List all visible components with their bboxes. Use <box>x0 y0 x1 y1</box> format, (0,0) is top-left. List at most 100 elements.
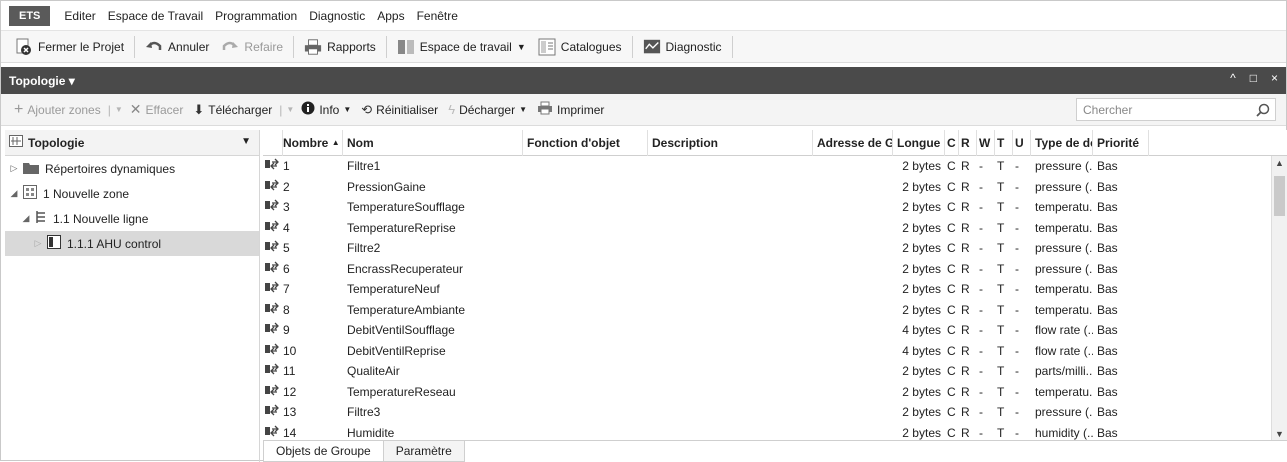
table-row[interactable]: 2 PressionGaine 2 bytes C R - T - pressu… <box>263 177 1287 198</box>
add-zones-button[interactable]: + Ajouter zones <box>9 101 106 119</box>
table-row[interactable]: 14 Humidite 2 bytes C R - T - humidity (… <box>263 423 1287 442</box>
cell-length: 2 bytes <box>902 282 941 297</box>
search-input[interactable]: Chercher <box>1076 98 1276 121</box>
collapse-icon[interactable]: ^ <box>1230 71 1236 85</box>
catalogs-button[interactable]: Catalogues <box>532 34 628 60</box>
table-row[interactable]: 1 Filtre1 2 bytes C R - T - pressure (..… <box>263 156 1287 177</box>
redo-button[interactable]: Refaire <box>215 34 289 60</box>
cell-t-flag: T <box>997 241 1005 256</box>
table-row[interactable]: 9 DebitVentilSoufflage 4 bytes C R - T -… <box>263 320 1287 341</box>
table-row[interactable]: 13 Filtre3 2 bytes C R - T - pressure (.… <box>263 402 1287 423</box>
table-row[interactable]: 6 EncrassRecuperateur 2 bytes C R - T - … <box>263 259 1287 280</box>
collapse-arrow-icon[interactable]: ◢ <box>7 188 21 199</box>
header-t[interactable]: T <box>995 130 1013 156</box>
header-u[interactable]: U <box>1013 130 1031 156</box>
table-row[interactable]: 11 QualiteAir 2 bytes C R - T - parts/mi… <box>263 361 1287 382</box>
scroll-down-icon[interactable]: ▼ <box>1275 429 1284 439</box>
cell-name: TemperatureSoufflage <box>347 200 465 215</box>
info-button[interactable]: Info ▼ <box>296 101 356 118</box>
search-icon[interactable] <box>1254 101 1272 119</box>
cell-number: 1 <box>283 159 290 174</box>
menu-apps[interactable]: Apps <box>371 9 410 23</box>
header-c[interactable]: C <box>945 130 959 156</box>
cell-description <box>648 300 813 320</box>
chevron-down-icon[interactable]: ▼ <box>113 105 125 114</box>
header-r[interactable]: R <box>959 130 977 156</box>
header-priority[interactable]: Priorité <box>1093 130 1149 156</box>
cell-w-flag: - <box>979 261 983 276</box>
tree-header[interactable]: Topologie ▼ <box>5 130 259 156</box>
vertical-scrollbar[interactable]: ▲ ▼ <box>1271 156 1287 441</box>
table-row[interactable]: 8 TemperatureAmbiante 2 bytes C R - T - … <box>263 300 1287 321</box>
menu-fenetre[interactable]: Fenêtre <box>411 9 464 23</box>
cell-priority: Bas <box>1097 159 1118 174</box>
header-number[interactable]: Nombre ▲ <box>283 130 343 156</box>
tree-item-zone[interactable]: ◢ 1 Nouvelle zone <box>5 181 259 206</box>
printer-icon <box>537 101 553 118</box>
workspace-button[interactable]: Espace de travail ▼ <box>391 34 532 60</box>
undo-icon <box>145 38 163 56</box>
header-description[interactable]: Description <box>648 130 813 156</box>
close-project-button[interactable]: Fermer le Projet <box>9 34 130 60</box>
tab-parameters[interactable]: Paramètre <box>383 441 465 462</box>
cell-group-address <box>813 279 893 299</box>
reset-button[interactable]: ⟲ Réinitialiser <box>356 102 443 118</box>
print-button[interactable]: Imprimer <box>532 101 609 118</box>
tree-item-label: 1.1 Nouvelle ligne <box>53 211 149 226</box>
header-length[interactable]: Longue <box>893 130 945 156</box>
undo-button[interactable]: Annuler <box>139 34 215 60</box>
tab-group-objects[interactable]: Objets de Groupe <box>263 441 384 462</box>
cell-priority: Bas <box>1097 282 1118 297</box>
header-datapoint-type[interactable]: Type de dc <box>1031 130 1093 156</box>
unload-button[interactable]: ϟ Décharger ▼ <box>443 102 532 117</box>
cell-c-flag: C <box>947 159 956 174</box>
cell-function <box>523 300 648 320</box>
reports-button[interactable]: Rapports <box>298 34 382 60</box>
table-row[interactable]: 5 Filtre2 2 bytes C R - T - pressure (..… <box>263 238 1287 259</box>
collapse-arrow-icon[interactable]: ◢ <box>19 213 33 224</box>
header-function[interactable]: Fonction d'objet <box>523 130 648 156</box>
toolbar-divider <box>631 35 633 58</box>
delete-button[interactable]: ✕ Effacer <box>125 101 189 118</box>
cell-c-flag: C <box>947 425 956 440</box>
menu-espace-de-travail[interactable]: Espace de Travail <box>102 9 209 23</box>
table-row[interactable]: 12 TemperatureReseau 2 bytes C R - T - t… <box>263 382 1287 403</box>
cell-datapoint-type: humidity (... <box>1035 425 1093 440</box>
cell-group-address <box>813 402 893 422</box>
menu-programmation[interactable]: Programmation <box>209 9 303 23</box>
menu-editer[interactable]: Editer <box>58 9 101 23</box>
tree-item-device[interactable]: ▷ 1.1.1 AHU control <box>5 231 259 256</box>
table-row[interactable]: 4 TemperatureReprise 2 bytes C R - T - t… <box>263 218 1287 239</box>
header-group-address[interactable]: Adresse de Gr <box>813 130 893 156</box>
header-w[interactable]: W <box>977 130 995 156</box>
tree-item-dynamic-folders[interactable]: ▷ Répertoires dynamiques <box>5 156 259 181</box>
tree-item-label: 1 Nouvelle zone <box>43 186 130 201</box>
scroll-thumb[interactable] <box>1274 176 1285 216</box>
panel-title[interactable]: Topologie ▾ <box>9 74 75 88</box>
group-object-icon <box>263 361 283 381</box>
sort-asc-icon: ▲ <box>331 137 340 147</box>
table-row[interactable]: 7 TemperatureNeuf 2 bytes C R - T - temp… <box>263 279 1287 300</box>
table-row[interactable]: 10 DebitVentilReprise 4 bytes C R - T - … <box>263 341 1287 362</box>
diagnostic-button[interactable]: Diagnostic <box>637 34 728 60</box>
header-name[interactable]: Nom <box>343 130 523 156</box>
cell-datapoint-type: pressure (... <box>1035 405 1093 420</box>
cell-number: 4 <box>283 220 290 235</box>
expand-arrow-icon[interactable]: ▷ <box>31 238 45 249</box>
menu-diagnostic[interactable]: Diagnostic <box>303 9 371 23</box>
chevron-down-icon[interactable]: ▼ <box>284 105 296 114</box>
group-object-icon <box>263 382 283 402</box>
table-row[interactable]: 3 TemperatureSoufflage 2 bytes C R - T -… <box>263 197 1287 218</box>
search-placeholder: Chercher <box>1083 102 1133 117</box>
close-icon[interactable]: × <box>1271 71 1278 85</box>
scroll-up-icon[interactable]: ▲ <box>1275 158 1284 168</box>
chevron-down-icon[interactable]: ▼ <box>241 136 251 147</box>
ets-app-tab[interactable]: ETS <box>9 5 51 26</box>
cell-group-address <box>813 382 893 402</box>
expand-arrow-icon[interactable]: ▷ <box>7 163 21 174</box>
cell-priority: Bas <box>1097 384 1118 399</box>
maximize-icon[interactable]: □ <box>1250 71 1257 85</box>
header-number-label: Nombre <box>283 135 329 150</box>
tree-item-line[interactable]: ◢ 1.1 Nouvelle ligne <box>5 206 259 231</box>
download-button[interactable]: ⬇ Télécharger <box>188 102 277 118</box>
